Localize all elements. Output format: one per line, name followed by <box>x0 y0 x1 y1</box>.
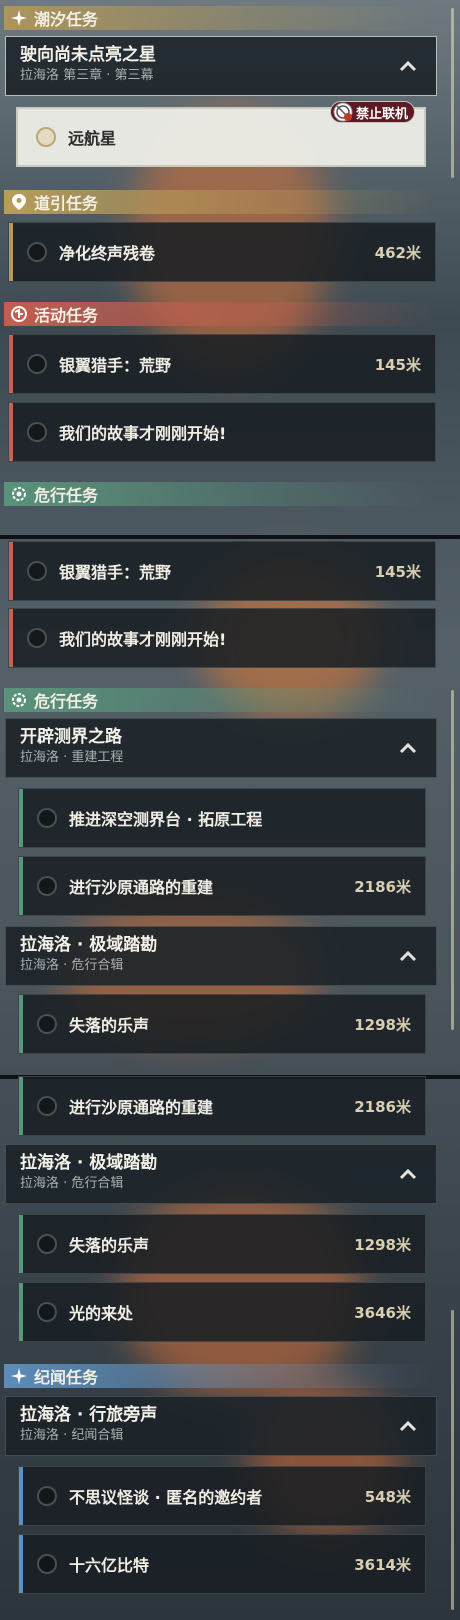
quest-status-icon <box>37 1234 57 1254</box>
section-header-danger[interactable]: 危行任务 <box>4 482 432 506</box>
section-title: 危行任务 <box>34 486 99 505</box>
quest-distance: 145米 <box>374 562 421 581</box>
scrollbar-thumb[interactable] <box>451 690 454 1030</box>
danger-gear-icon <box>10 485 28 503</box>
quest-name: 净化终声残卷 <box>59 244 156 263</box>
section-title: 纪闻任务 <box>34 1368 99 1387</box>
quest-distance: 548米 <box>364 1487 411 1506</box>
quest-status-icon <box>37 1096 57 1116</box>
group-subtitle: 拉海洛 · 纪闻合辑 <box>20 1428 124 1443</box>
quest-status-icon <box>37 808 57 828</box>
quest-distance: 462米 <box>374 243 421 262</box>
event-icon <box>10 305 28 323</box>
quest-status-icon <box>37 1486 57 1506</box>
danger-quest-group[interactable]: 拉海洛 · 极域踏勘 拉海洛 · 危行合辑 <box>5 926 437 986</box>
quest-card-event[interactable]: 我们的故事才刚刚开始! <box>8 608 436 668</box>
section-header-lore[interactable]: 纪闻任务 <box>4 1364 432 1388</box>
lore-quest-group[interactable]: 拉海洛 · 行旅旁声 拉海洛 · 纪闻合辑 <box>5 1396 437 1456</box>
quest-card-event[interactable]: 银翼猎手：荒野 145米 <box>8 334 436 394</box>
quest-name: 十六亿比特 <box>69 1556 150 1575</box>
quest-card-danger[interactable]: 失落的乐声 1298米 <box>18 994 426 1054</box>
group-title: 拉海洛 · 极域踏勘 <box>20 1153 158 1173</box>
quest-card-guide[interactable]: 净化终声残卷 462米 <box>8 222 436 282</box>
tide-quest-group[interactable]: 驶向尚未点亮之星 拉海洛 第三章 · 第三幕 <box>5 36 437 96</box>
danger-quest-group[interactable]: 开辟测界之路 拉海洛 · 重建工程 <box>5 718 437 778</box>
group-subtitle: 拉海洛 · 危行合辑 <box>20 958 124 973</box>
quest-status-icon <box>27 561 47 581</box>
group-subtitle: 拉海洛 · 重建工程 <box>20 750 124 765</box>
quest-card-event[interactable]: 银翼猎手：荒野 145米 <box>8 541 436 601</box>
quest-distance: 3614米 <box>354 1555 411 1574</box>
quest-name: 银翼猎手：荒野 <box>59 563 172 582</box>
quest-name: 不思议怪谈 · 匿名的邀约者 <box>69 1488 263 1507</box>
chevron-up-icon[interactable] <box>398 947 418 967</box>
chevron-up-icon[interactable] <box>398 739 418 759</box>
quest-status-icon <box>27 628 47 648</box>
quest-card-event[interactable]: 我们的故事才刚刚开始! <box>8 402 436 462</box>
location-pin-icon <box>10 193 28 211</box>
quest-status-icon <box>37 1014 57 1034</box>
quest-name: 我们的故事才刚刚开始! <box>59 630 227 649</box>
quest-distance: 2186米 <box>354 877 411 896</box>
group-title: 拉海洛 · 极域踏勘 <box>20 935 158 955</box>
quest-distance: 3646米 <box>354 1303 411 1322</box>
section-title: 活动任务 <box>34 306 99 325</box>
multiplayer-badge: 禁止联机 <box>330 101 416 123</box>
quest-card-lore[interactable]: 不思议怪谈 · 匿名的邀约者 548米 <box>18 1466 426 1526</box>
quest-card-danger[interactable]: 进行沙原通路的重建 2186米 <box>18 856 426 916</box>
quest-name: 银翼猎手：荒野 <box>59 356 172 375</box>
chevron-up-icon[interactable] <box>398 1417 418 1437</box>
quest-name: 失落的乐声 <box>69 1236 150 1255</box>
danger-quest-group[interactable]: 拉海洛 · 极域踏勘 拉海洛 · 危行合辑 <box>5 1144 437 1204</box>
quest-name: 推进深空测界台 · 拓原工程 <box>69 810 263 829</box>
group-subtitle: 拉海洛 · 危行合辑 <box>20 1176 124 1191</box>
quest-status-icon <box>37 1302 57 1322</box>
group-title: 开辟测界之路 <box>20 727 122 747</box>
section-title: 潮汐任务 <box>34 10 99 29</box>
quest-distance: 1298米 <box>354 1015 411 1034</box>
quest-name: 失落的乐声 <box>69 1016 150 1035</box>
quest-status-icon <box>27 242 47 262</box>
quest-status-icon <box>37 1554 57 1574</box>
quest-card-danger[interactable]: 失落的乐声 1298米 <box>18 1214 426 1274</box>
quest-name: 光的来处 <box>69 1304 134 1323</box>
sparkle-icon <box>10 9 28 27</box>
quest-name: 远航星 <box>68 129 117 148</box>
group-subtitle: 拉海洛 第三章 · 第三幕 <box>20 68 154 83</box>
quest-distance: 145米 <box>374 355 421 374</box>
section-title: 危行任务 <box>34 692 99 711</box>
group-title: 拉海洛 · 行旅旁声 <box>20 1405 158 1425</box>
chevron-up-icon[interactable] <box>398 57 418 77</box>
danger-gear-icon <box>10 691 28 709</box>
quest-name: 进行沙原通路的重建 <box>69 878 214 897</box>
scrollbar-thumb[interactable] <box>451 8 454 178</box>
quest-name: 进行沙原通路的重建 <box>69 1098 214 1117</box>
section-header-guide[interactable]: 道引任务 <box>4 190 432 214</box>
quest-card-danger[interactable]: 光的来处 3646米 <box>18 1282 426 1342</box>
quest-card-lore[interactable]: 十六亿比特 3614米 <box>18 1534 426 1594</box>
section-header-tide[interactable]: 潮汐任务 <box>4 6 432 30</box>
sparkle-icon <box>10 1367 28 1385</box>
quest-status-icon <box>37 876 57 896</box>
chevron-up-icon[interactable] <box>398 1165 418 1185</box>
section-title: 道引任务 <box>34 194 99 213</box>
section-header-event[interactable]: 活动任务 <box>4 302 432 326</box>
section-header-danger[interactable]: 危行任务 <box>4 688 432 712</box>
no-coop-icon <box>333 102 353 122</box>
scrollbar-thumb[interactable] <box>451 1310 454 1610</box>
quest-distance: 1298米 <box>354 1235 411 1254</box>
quest-distance: 2186米 <box>354 1097 411 1116</box>
quest-status-icon <box>27 422 47 442</box>
quest-status-icon <box>36 127 56 147</box>
quest-status-icon <box>27 354 47 374</box>
group-title: 驶向尚未点亮之星 <box>20 45 156 65</box>
quest-name: 我们的故事才刚刚开始! <box>59 424 227 443</box>
quest-card-danger[interactable]: 进行沙原通路的重建 2186米 <box>18 1076 426 1136</box>
quest-card-danger[interactable]: 推进深空测界台 · 拓原工程 <box>18 788 426 848</box>
